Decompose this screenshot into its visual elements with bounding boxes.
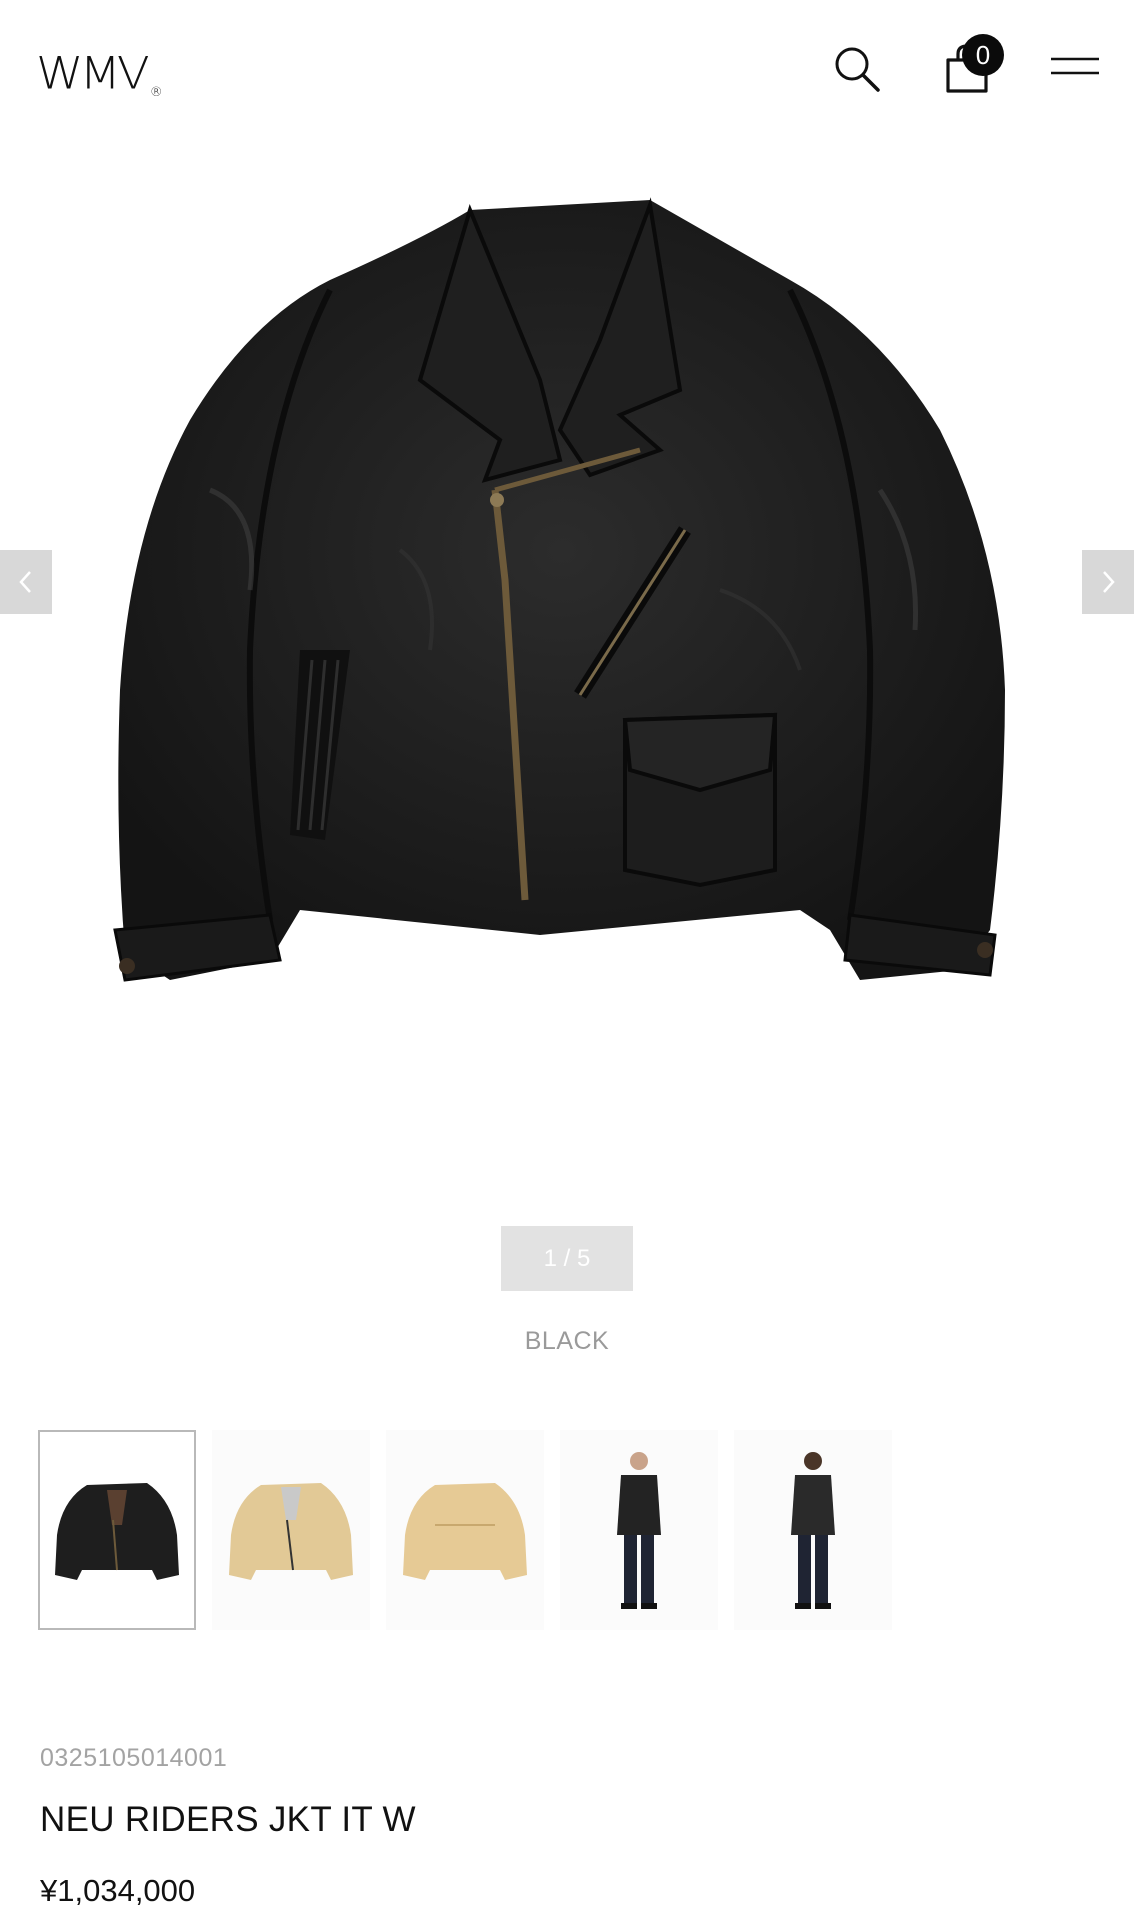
thumbnail-1[interactable] (38, 1430, 196, 1630)
product-main-image[interactable] (0, 130, 1134, 1190)
leather-jacket-image (113, 197, 1006, 982)
brand-logo[interactable]: WMV ® (36, 48, 163, 100)
product-name: NEU RIDERS JKT IT W (40, 1800, 416, 1839)
thumbnail-5[interactable] (734, 1430, 892, 1630)
model-front-thumbnail (617, 1452, 661, 1609)
next-image-button[interactable] (1082, 550, 1134, 614)
chevron-right-icon (1103, 571, 1115, 593)
tan-jacket-front-thumbnail (229, 1483, 353, 1580)
logo-text: WMV (36, 48, 150, 100)
cart-button[interactable]: 0 (944, 34, 1004, 94)
black-jacket-thumbnail (55, 1483, 179, 1580)
tan-jacket-back-thumbnail (403, 1483, 527, 1580)
cart-count-badge: 0 (962, 34, 1004, 76)
product-price: ¥1,034,000 (40, 1873, 196, 1908)
search-icon (835, 47, 880, 92)
hamburger-menu-icon (1051, 57, 1099, 75)
thumbnail-2[interactable] (212, 1430, 370, 1630)
model-back-thumbnail (791, 1452, 835, 1609)
image-pager: 1 / 5 (501, 1226, 633, 1291)
menu-button[interactable] (1051, 56, 1101, 80)
color-name: BLACK (524, 1327, 610, 1355)
logo-registered-mark: ® (149, 85, 163, 100)
thumbnail-3[interactable] (386, 1430, 544, 1630)
chevron-left-icon (19, 571, 31, 593)
previous-image-button[interactable] (0, 550, 52, 614)
thumbnail-4[interactable] (560, 1430, 718, 1630)
product-sku: 0325105014001 (40, 1744, 228, 1772)
search-button[interactable] (832, 44, 882, 94)
